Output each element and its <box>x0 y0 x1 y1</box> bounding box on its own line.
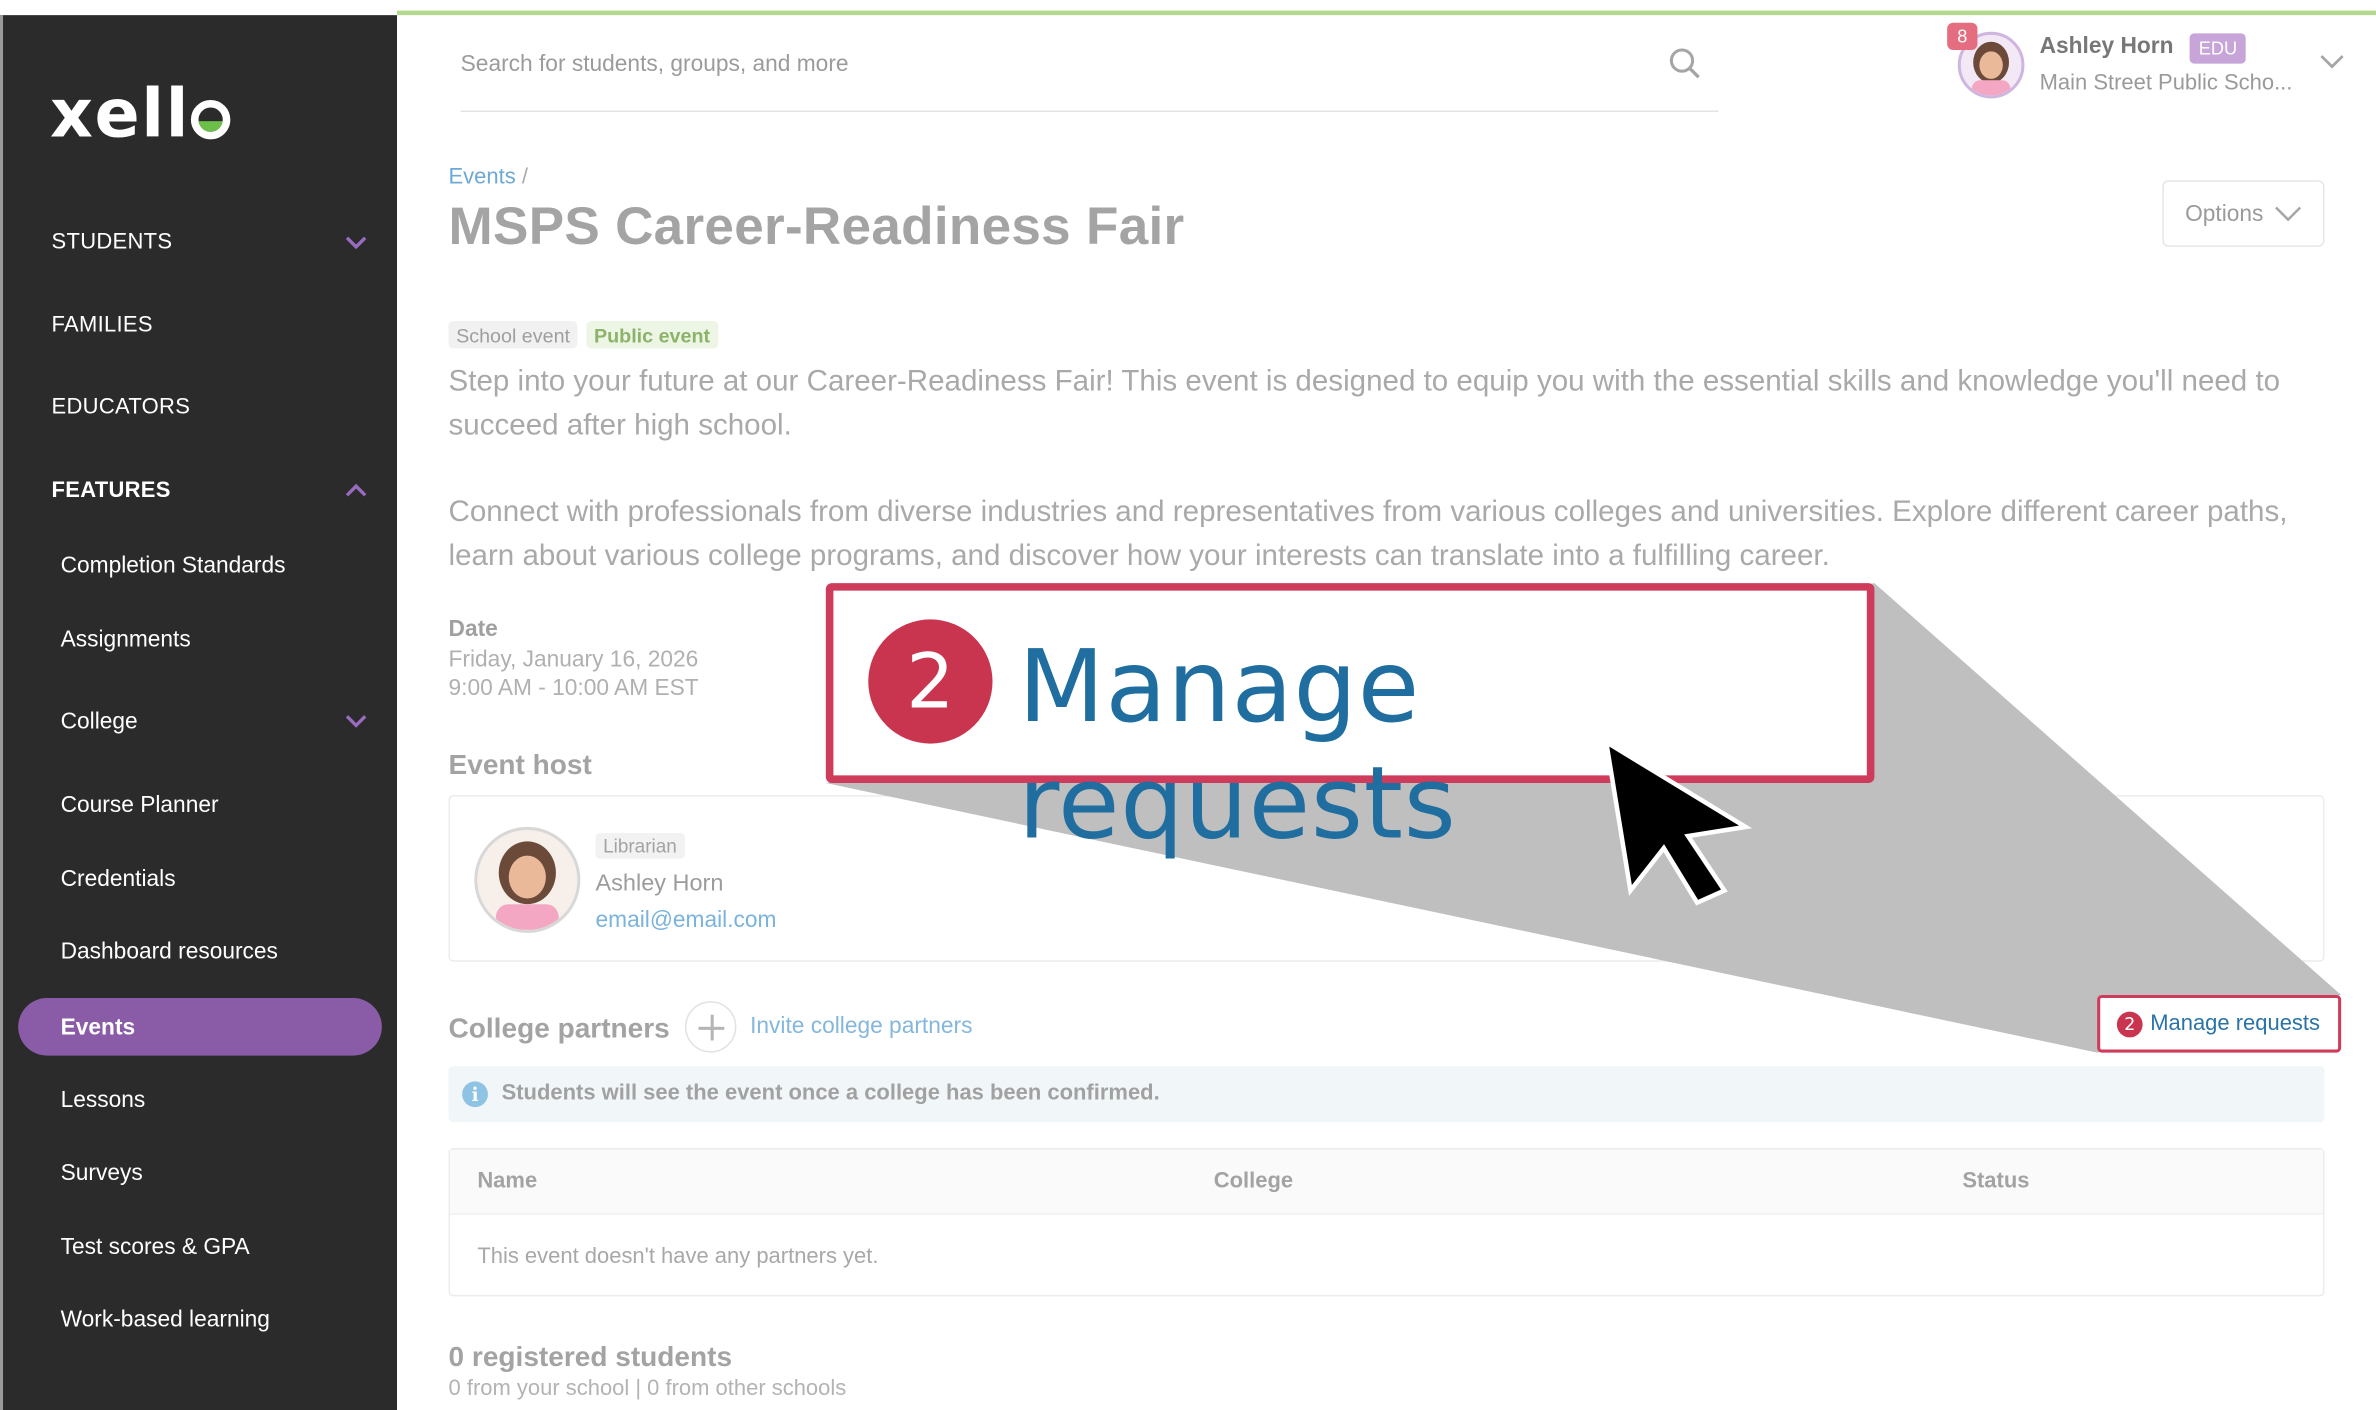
empty-state: This event doesn't have any partners yet… <box>477 1244 879 1270</box>
event-description-1: Step into your future at our Career-Read… <box>448 364 2281 443</box>
public-event-tag: Public event <box>586 321 718 349</box>
top-accent-line <box>397 10 2376 16</box>
registered-students-breakdown: 0 from your school | 0 from other school… <box>448 1376 847 1401</box>
sidebar-item-test-scores[interactable]: Test scores & GPA <box>3 1219 397 1274</box>
chevron-down-icon <box>2275 206 2302 222</box>
callout-step-number: 2 <box>868 619 993 744</box>
column-college: College <box>1213 1169 1294 1194</box>
host-name: Ashley Horn <box>595 870 724 897</box>
chevron-up-icon <box>345 480 367 498</box>
info-text: Students will see the event once a colle… <box>501 1081 1160 1106</box>
chevron-down-icon <box>345 232 367 250</box>
host-avatar <box>474 826 581 933</box>
registered-students-heading: 0 registered students <box>448 1340 733 1373</box>
page-title: MSPS Career-Readiness Fair <box>448 196 1185 256</box>
event-host-heading: Event host <box>448 748 592 780</box>
invite-college-partners-link[interactable]: Invite college partners <box>750 1013 972 1039</box>
sidebar-item-work-based-learning[interactable]: Work-based learning <box>3 1292 397 1347</box>
partners-table: Name College Status This event doesn't h… <box>448 1147 2325 1297</box>
host-role-tag: Librarian <box>595 832 685 859</box>
sidebar-item-course-planner[interactable]: Course Planner <box>3 777 397 832</box>
event-description-2: Connect with professionals from diverse … <box>448 495 2288 573</box>
search-icon[interactable] <box>1667 45 1703 81</box>
sidebar: xell STUDENTS FAMILIES EDUCATORS FEATURE… <box>0 15 398 1410</box>
cursor-arrow-icon <box>1603 739 1753 906</box>
search-input[interactable] <box>460 39 1643 88</box>
column-status: Status <box>1962 1169 2030 1194</box>
chevron-down-icon <box>345 710 367 728</box>
school-event-tag: School event <box>448 321 578 349</box>
sidebar-item-features[interactable]: FEATURES <box>3 463 397 518</box>
sidebar-item-students[interactable]: STUDENTS <box>3 215 397 270</box>
search-bar <box>460 39 1719 113</box>
sidebar-item-lessons[interactable]: Lessons <box>3 1072 397 1127</box>
user-name: Ashley Horn <box>2039 33 2174 60</box>
user-school: Main Street Public Scho... <box>2039 71 2293 96</box>
notification-badge[interactable]: 8 <box>1947 22 1978 50</box>
sidebar-item-surveys[interactable]: Surveys <box>3 1145 397 1200</box>
info-banner: i Students will see the event once a col… <box>448 1066 2325 1123</box>
sidebar-item-completion-standards[interactable]: Completion Standards <box>3 538 397 593</box>
manage-requests-label: Manage requests <box>2150 1011 2320 1036</box>
sidebar-item-events[interactable]: Events <box>18 998 382 1056</box>
college-partners-heading: College partners <box>448 1011 670 1044</box>
chevron-down-icon[interactable] <box>2318 51 2345 72</box>
date-label: Date <box>448 616 498 643</box>
host-email-link[interactable]: email@email.com <box>596 907 777 933</box>
options-button[interactable]: Options <box>2162 180 2325 247</box>
breadcrumb: Events / <box>448 165 528 190</box>
sidebar-item-educators[interactable]: EDUCATORS <box>3 380 397 435</box>
sidebar-item-assignments[interactable]: Assignments <box>3 612 397 667</box>
sidebar-item-college[interactable]: College <box>3 694 397 749</box>
sidebar-item-dashboard-resources[interactable]: Dashboard resources <box>3 924 397 979</box>
manage-requests-button[interactable]: 2 Manage requests <box>2097 995 2342 1053</box>
sidebar-item-families[interactable]: FAMILIES <box>3 298 397 353</box>
event-date: Friday, January 16, 2026 <box>448 646 699 673</box>
xello-logo[interactable]: xell <box>50 76 231 153</box>
column-name: Name <box>477 1169 538 1194</box>
sidebar-item-credentials[interactable]: Credentials <box>3 851 397 906</box>
role-badge: EDU <box>2189 33 2247 64</box>
event-time: 9:00 AM - 10:00 AM EST <box>448 675 699 702</box>
info-icon: i <box>462 1081 488 1108</box>
add-partner-icon[interactable] <box>684 1001 737 1053</box>
breadcrumb-events-link[interactable]: Events <box>449 165 516 189</box>
table-header: Name College Status <box>450 1149 2323 1215</box>
step-badge: 2 <box>2116 1010 2143 1037</box>
